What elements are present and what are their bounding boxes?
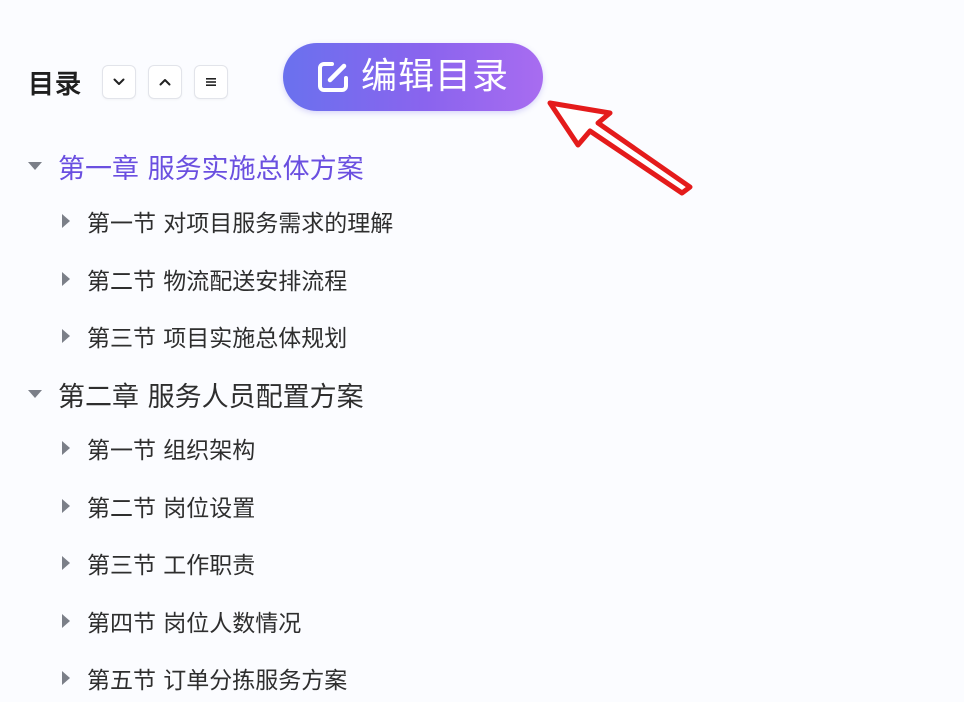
caret-right-icon[interactable] — [62, 329, 70, 343]
toc-header: 目录 — [28, 60, 240, 104]
section-label: 第四节 岗位人数情况 — [87, 611, 302, 637]
caret-right-icon[interactable] — [62, 614, 70, 628]
section-label: 第五节 订单分拣服务方案 — [87, 668, 348, 694]
edit-toc-label: 编辑目录 — [361, 56, 510, 97]
toc-section[interactable]: 第二节 岗位设置 — [62, 482, 255, 530]
toc-section[interactable]: 第一节 对项目服务需求的理解 — [62, 197, 393, 245]
menu-lines-icon — [206, 78, 217, 86]
toc-section[interactable]: 第二节 物流配送安排流程 — [62, 255, 347, 303]
chevron-down-icon — [113, 78, 125, 85]
section-label: 第三节 项目实施总体规划 — [87, 326, 348, 352]
toc-section[interactable]: 第三节 工作职责 — [62, 539, 255, 587]
caret-right-icon[interactable] — [62, 441, 70, 455]
edit-square-icon — [318, 62, 348, 92]
toc-section[interactable]: 第四节 岗位人数情况 — [62, 597, 301, 645]
caret-right-icon[interactable] — [62, 671, 70, 685]
section-label: 第三节 工作职责 — [87, 553, 256, 579]
caret-right-icon[interactable] — [62, 214, 70, 228]
toc-section[interactable]: 第三节 项目实施总体规划 — [62, 312, 347, 360]
toc-section[interactable]: 第五节 订单分拣服务方案 — [62, 654, 347, 702]
collapse-all-button[interactable] — [148, 65, 183, 99]
section-label: 第一节 对项目服务需求的理解 — [87, 211, 394, 237]
chapter-label: 第二章 服务人员配置方案 — [58, 381, 364, 413]
caret-right-icon[interactable] — [62, 499, 70, 513]
section-label: 第一节 组织架构 — [87, 438, 256, 464]
caret-down-icon[interactable] — [28, 390, 42, 398]
chapter-label: 第一章 服务实施总体方案 — [58, 153, 364, 185]
chevron-up-icon — [159, 79, 171, 86]
section-label: 第二节 岗位设置 — [87, 496, 256, 522]
expand-all-button[interactable] — [102, 65, 137, 99]
annotation-arrow-icon — [547, 100, 693, 196]
list-view-button[interactable] — [194, 65, 229, 99]
caret-right-icon[interactable] — [62, 556, 70, 570]
toc-title: 目录 — [28, 69, 83, 100]
toc-section[interactable]: 第一节 组织架构 — [62, 424, 255, 472]
caret-right-icon[interactable] — [62, 272, 70, 286]
toc-chapter[interactable]: 第二章 服务人员配置方案 — [28, 368, 364, 420]
caret-down-icon[interactable] — [28, 162, 42, 170]
toc-chapter[interactable]: 第一章 服务实施总体方案 — [28, 140, 364, 192]
edit-toc-button[interactable]: 编辑目录 — [283, 43, 543, 111]
section-label: 第二节 物流配送安排流程 — [87, 269, 348, 295]
